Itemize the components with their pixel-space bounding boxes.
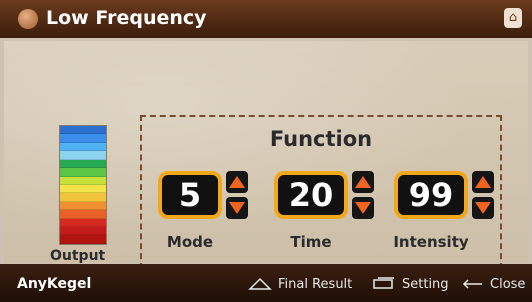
- intensity-down-arrow-icon[interactable]: [472, 197, 494, 219]
- level-segment: [60, 126, 106, 135]
- level-segment: [60, 227, 106, 236]
- final-result-label: Final Result: [278, 276, 353, 292]
- mode-label: Mode: [166, 233, 214, 251]
- setting-label: Setting: [402, 276, 449, 292]
- app-icon: [18, 9, 38, 29]
- final-result-button[interactable]: Final Result: [248, 274, 352, 294]
- level-segment: [60, 184, 106, 194]
- setting-icon: [373, 277, 394, 289]
- output-level-bar: [59, 125, 107, 245]
- mode-down-arrow-icon[interactable]: [226, 197, 248, 219]
- output-label: Output: [50, 248, 106, 264]
- intensity-value: 99: [394, 171, 468, 219]
- level-segment: [60, 210, 106, 219]
- time-label: Time: [290, 233, 332, 251]
- home-icon[interactable]: ⌂: [504, 8, 522, 28]
- page-title: Low Frequency: [46, 7, 207, 29]
- final-result-icon: [248, 277, 272, 290]
- time-value: 20: [274, 171, 348, 219]
- level-segment: [60, 159, 106, 169]
- level-segment: [60, 176, 106, 185]
- level-segment: [60, 142, 106, 152]
- function-panel: Function 5 Mode 20 Time 99 Intensity: [140, 115, 502, 269]
- main-panel: Output Function 5 Mode 20 Time 99 Intens…: [4, 41, 528, 269]
- time-down-arrow-icon[interactable]: [352, 197, 374, 219]
- intensity-up-arrow-icon[interactable]: [472, 171, 494, 193]
- bottom-bar: AnyKegel Final Result Setting Close: [0, 264, 532, 302]
- level-segment: [60, 151, 106, 160]
- close-button[interactable]: Close: [462, 274, 525, 294]
- level-segment: [60, 201, 106, 211]
- level-segment: [60, 193, 106, 202]
- brand-name: AnyKegel: [17, 276, 92, 292]
- back-arrow-icon: [462, 279, 482, 289]
- level-segment: [60, 235, 106, 244]
- setting-button[interactable]: Setting: [372, 274, 449, 294]
- title-bar: Low Frequency ⌂: [0, 0, 532, 38]
- function-title: Function: [269, 127, 373, 151]
- level-segment: [60, 218, 106, 228]
- time-up-arrow-icon[interactable]: [352, 171, 374, 193]
- mode-up-arrow-icon[interactable]: [226, 171, 248, 193]
- close-label: Close: [490, 276, 526, 292]
- intensity-label: Intensity: [393, 233, 469, 251]
- mode-value: 5: [158, 171, 222, 219]
- level-segment: [60, 168, 106, 177]
- level-segment: [60, 134, 106, 143]
